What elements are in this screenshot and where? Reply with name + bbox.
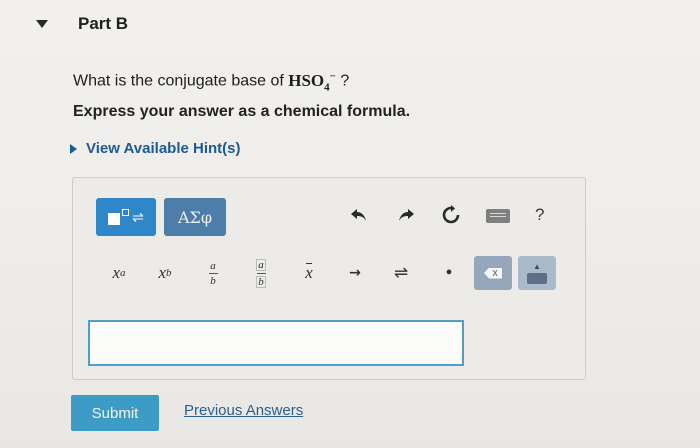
template-box-icon: [108, 213, 121, 225]
subscript-base: x: [158, 263, 167, 282]
question-prefix: What is the conjugate base of: [73, 72, 289, 90]
fraction-icon: a b: [208, 259, 218, 287]
question-suffix: ?: [335, 72, 350, 90]
chevron-up-icon: ▲: [533, 261, 541, 271]
delete-button[interactable]: X: [474, 256, 512, 290]
template-small-box-icon: [122, 208, 130, 216]
superscript-base: x: [112, 263, 121, 282]
view-hints-toggle[interactable]: View Available Hint(s): [70, 140, 241, 157]
caret-right-icon: [70, 143, 77, 154]
redo-icon[interactable]: [393, 202, 419, 228]
equilibrium-icon: ⇌: [132, 209, 144, 225]
boxed-fraction-icon: a b: [256, 258, 266, 288]
equilibrium-arrow-icon: ⇌: [393, 263, 409, 283]
instruction-text: Express your answer as a chemical formul…: [73, 103, 411, 120]
reaction-arrow-button[interactable]: →: [336, 254, 374, 292]
formula-subscript: 4: [324, 81, 330, 94]
fraction-numerator: a: [210, 259, 216, 272]
help-button[interactable]: ?: [535, 205, 544, 225]
keyboard-icon[interactable]: [486, 209, 510, 223]
hint-label: View Available Hint(s): [86, 140, 241, 157]
part-title: Part B: [78, 14, 129, 33]
formula-main: HSO: [288, 70, 325, 90]
boxed-fraction-numerator: a: [256, 258, 266, 271]
show-keyboard-button[interactable]: ▲: [518, 256, 556, 290]
submit-button[interactable]: Submit: [71, 395, 159, 431]
fraction-bar: [208, 272, 218, 274]
dot-icon: •: [445, 262, 453, 284]
boxed-fraction-denominator: b: [256, 275, 266, 288]
right-arrow-icon: →: [349, 265, 361, 281]
equilibrium-arrow-button[interactable]: ⇌: [382, 254, 420, 292]
boxed-fraction-bar: [256, 272, 266, 274]
fraction-denominator: b: [210, 274, 216, 287]
subscript-button[interactable]: xb: [146, 254, 184, 292]
fraction-button[interactable]: a b: [194, 254, 232, 292]
answer-input[interactable]: [88, 320, 464, 366]
superscript-button[interactable]: xa: [100, 254, 138, 292]
superscript-exp: a: [120, 267, 126, 279]
overline-x: x: [305, 263, 313, 282]
subscript-idx: b: [166, 267, 172, 279]
keyboard-icon: [527, 272, 547, 284]
collapse-arrow-icon[interactable]: [36, 20, 48, 28]
question-text: What is the conjugate base of HSO4− ?: [73, 70, 349, 93]
greek-symbols-button[interactable]: ΑΣφ: [164, 198, 226, 236]
previous-answers-link[interactable]: Previous Answers: [184, 402, 303, 419]
reset-icon[interactable]: [438, 202, 464, 228]
overline-button[interactable]: x: [290, 254, 328, 292]
backspace-icon: X: [484, 267, 502, 279]
templates-button[interactable]: ⇌: [96, 198, 156, 236]
dot-button[interactable]: •: [430, 254, 468, 292]
undo-icon[interactable]: [346, 202, 372, 228]
boxed-fraction-button[interactable]: a b: [242, 254, 280, 292]
formula: HSO4−: [288, 70, 336, 94]
